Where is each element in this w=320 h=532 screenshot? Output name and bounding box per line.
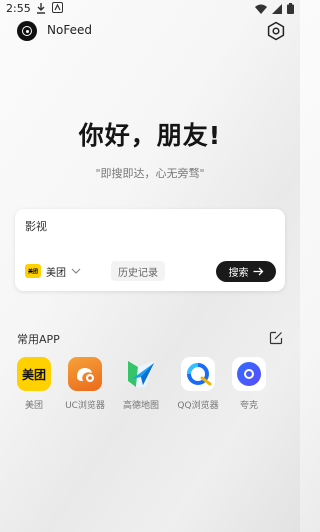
apps-grid: 美团 美团 UC浏览器 高德地图 QQ浏览器 夸克 xyxy=(0,357,300,417)
search-input[interactable] xyxy=(25,219,265,232)
greeting-heading: 你好，朋友! xyxy=(78,121,222,150)
status-system-icons xyxy=(255,3,294,14)
quark-icon xyxy=(232,357,266,391)
battery-icon xyxy=(287,3,294,14)
app-item-uc-browser[interactable]: UC浏览器 xyxy=(57,357,113,411)
history-button[interactable]: 历史记录 xyxy=(111,261,165,281)
status-notification-icons xyxy=(36,2,63,14)
uc-browser-icon xyxy=(68,357,102,391)
settings-hex-icon[interactable] xyxy=(266,21,286,41)
app-label: UC浏览器 xyxy=(65,401,105,411)
search-button-label: 搜索 xyxy=(228,268,249,279)
app-label: 夸克 xyxy=(239,401,258,411)
meituan-icon: 美团 xyxy=(17,357,51,391)
search-engine-select[interactable]: 美团 美团 xyxy=(25,261,81,281)
app-item-quark[interactable]: 夸克 xyxy=(221,357,277,411)
download-icon xyxy=(37,3,45,14)
nofeed-logo-icon xyxy=(17,21,37,41)
search-card: 美团 美团 历史记录 搜索 xyxy=(15,209,285,291)
signal-icon xyxy=(272,3,282,14)
app-item-qq-browser[interactable]: QQ浏览器 xyxy=(170,357,226,411)
amap-icon xyxy=(124,357,158,391)
qq-browser-icon xyxy=(181,357,215,391)
search-engine-name: 美团 xyxy=(46,267,66,279)
search-button[interactable]: 搜索 xyxy=(216,261,276,282)
meituan-logo-text: 美团 xyxy=(21,367,46,382)
status-bar: 2:55 xyxy=(0,0,300,18)
app-label: 美团 xyxy=(24,401,43,411)
apps-section-title: 常用APP xyxy=(17,333,60,346)
wifi-icon xyxy=(255,4,267,14)
meituan-engine-icon: 美团 xyxy=(25,264,41,278)
edit-icon[interactable] xyxy=(269,331,283,345)
app-label: 高德地图 xyxy=(122,401,159,411)
app-bar: NoFeed xyxy=(0,18,300,44)
accessibility-icon xyxy=(52,2,63,13)
arrow-right-icon xyxy=(253,267,263,276)
status-time: 2:55 xyxy=(6,2,31,15)
slogan-text: "即搜即达，心无旁骛" xyxy=(95,167,205,180)
app-item-meituan[interactable]: 美团 美团 xyxy=(6,357,62,411)
app-item-amap[interactable]: 高德地图 xyxy=(113,357,169,411)
app-label: QQ浏览器 xyxy=(177,401,219,411)
app-title: NoFeed xyxy=(47,23,92,37)
chevron-down-icon xyxy=(71,268,81,274)
apps-header: 常用APP xyxy=(17,331,283,347)
